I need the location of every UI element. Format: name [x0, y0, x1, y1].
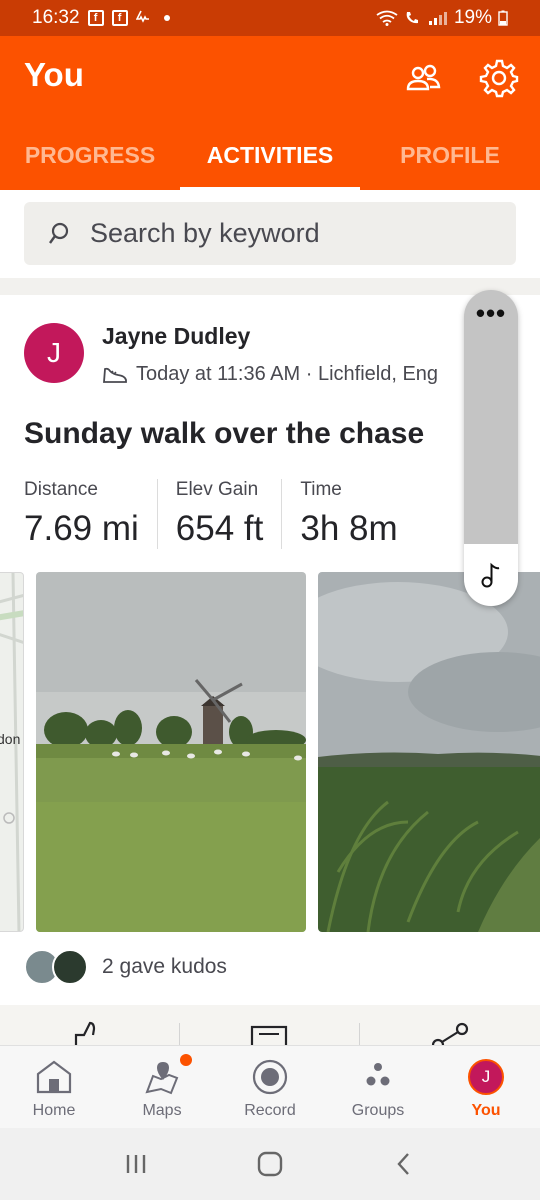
nav-home[interactable]: Home	[0, 1046, 108, 1128]
nav-label: You	[471, 1102, 501, 1119]
nav-groups[interactable]: Groups	[324, 1046, 432, 1128]
strava-notification-icon	[135, 10, 149, 23]
tab-progress[interactable]: PROGRESS	[0, 136, 180, 190]
battery-percent: 19%	[453, 7, 492, 28]
status-time: 16:32	[32, 7, 80, 28]
walk-shoe-icon	[103, 367, 127, 383]
signal-icon	[428, 12, 447, 25]
app-header: You PROGRESS ACTIVITIES PROFILE	[0, 36, 540, 190]
profile-tabs: PROGRESS ACTIVITIES PROFILE	[0, 136, 540, 190]
maps-icon	[143, 1058, 181, 1096]
notification-dot-icon	[163, 15, 170, 21]
home-icon	[35, 1058, 73, 1096]
activity-title[interactable]: Sunday walk over the chase	[24, 417, 424, 451]
tab-profile[interactable]: PROFILE	[360, 136, 540, 190]
activity-photo-bracken[interactable]	[318, 572, 540, 932]
stat-value: 3h 8m	[300, 509, 398, 548]
search-placeholder: Search by keyword	[90, 218, 320, 248]
kudos-count-text: 2 gave kudos	[102, 955, 227, 978]
map-place-label: don	[0, 731, 21, 747]
settings-gear-icon[interactable]	[479, 58, 519, 98]
groups-icon	[359, 1058, 397, 1096]
athlete-avatar[interactable]: J	[24, 323, 84, 383]
nav-label: Maps	[142, 1102, 182, 1119]
activity-time-location: Today at 11:36 AM · Lichfield, Eng	[136, 363, 439, 385]
nav-avatar: J	[468, 1059, 504, 1095]
action-divider	[179, 1023, 180, 1045]
bottom-navigation: Home Maps Record Groups J You	[0, 1045, 540, 1128]
nav-label: Record	[244, 1102, 296, 1119]
comment-icon[interactable]	[250, 1025, 288, 1045]
activity-actions	[0, 1005, 540, 1045]
system-navigation-bar	[0, 1128, 540, 1200]
nav-record[interactable]: Record	[216, 1046, 324, 1128]
activity-map-thumbnail[interactable]: don	[0, 572, 24, 932]
page-title: You	[24, 56, 84, 93]
activity-stats: Distance 7.69 mi Elev Gain 654 ft Time 3…	[24, 479, 434, 549]
nav-label: Groups	[351, 1102, 405, 1119]
back-icon[interactable]	[391, 1151, 417, 1177]
record-icon	[251, 1058, 289, 1096]
search-input[interactable]: Search by keyword	[24, 202, 516, 265]
windmill-photo-image	[36, 572, 306, 932]
battery-icon	[498, 10, 508, 26]
floating-media-widget[interactable]: •••	[464, 290, 518, 606]
search-area: Search by keyword	[0, 190, 540, 278]
tab-activities[interactable]: ACTIVITIES	[180, 136, 360, 190]
maps-notification-dot	[180, 1054, 192, 1066]
stat-elevation: Elev Gain 654 ft	[176, 479, 283, 549]
share-icon[interactable]	[430, 1021, 470, 1045]
kudos-thumb-icon[interactable]	[72, 1021, 108, 1045]
activity-media-carousel[interactable]: don	[0, 572, 540, 932]
nav-label: Home	[32, 1102, 76, 1119]
nav-maps[interactable]: Maps	[108, 1046, 216, 1128]
wifi-calling-icon	[406, 12, 418, 24]
music-note-button[interactable]	[464, 544, 518, 606]
wifi-icon	[376, 10, 398, 26]
kudos-avatar	[52, 949, 88, 985]
athlete-name[interactable]: Jayne Dudley	[102, 323, 250, 350]
kudos-summary[interactable]: 2 gave kudos	[24, 949, 227, 985]
activity-photo-windmill[interactable]	[36, 572, 306, 932]
nav-you[interactable]: J You	[432, 1046, 540, 1128]
search-icon	[49, 222, 69, 244]
stat-label: Time	[300, 479, 342, 500]
facebook-notification-icon: f	[87, 10, 104, 26]
recent-apps-icon[interactable]	[123, 1151, 149, 1177]
action-divider	[359, 1023, 360, 1045]
more-options-icon[interactable]: •••	[464, 300, 518, 326]
stat-label: Distance	[24, 479, 98, 500]
home-button-icon[interactable]	[256, 1150, 284, 1178]
activity-card[interactable]: J Jayne Dudley Today at 11:36 AM · Lichf…	[0, 295, 540, 1045]
activity-meta: Today at 11:36 AM · Lichfield, Eng	[102, 363, 472, 386]
bracken-photo-image	[318, 572, 540, 932]
stat-value: 7.69 mi	[24, 509, 139, 548]
music-note-icon	[481, 562, 500, 588]
facebook-notification-icon: f	[111, 10, 128, 26]
stat-distance: Distance 7.69 mi	[24, 479, 158, 549]
stat-time: Time 3h 8m	[300, 479, 415, 549]
status-bar: 16:32 f f 19%	[0, 0, 540, 36]
map-roads-icon	[0, 573, 23, 931]
profile-avatar-icon: J	[467, 1058, 505, 1096]
stat-value: 654 ft	[175, 509, 264, 548]
stat-label: Elev Gain	[175, 479, 259, 500]
find-friends-icon[interactable]	[403, 58, 443, 98]
